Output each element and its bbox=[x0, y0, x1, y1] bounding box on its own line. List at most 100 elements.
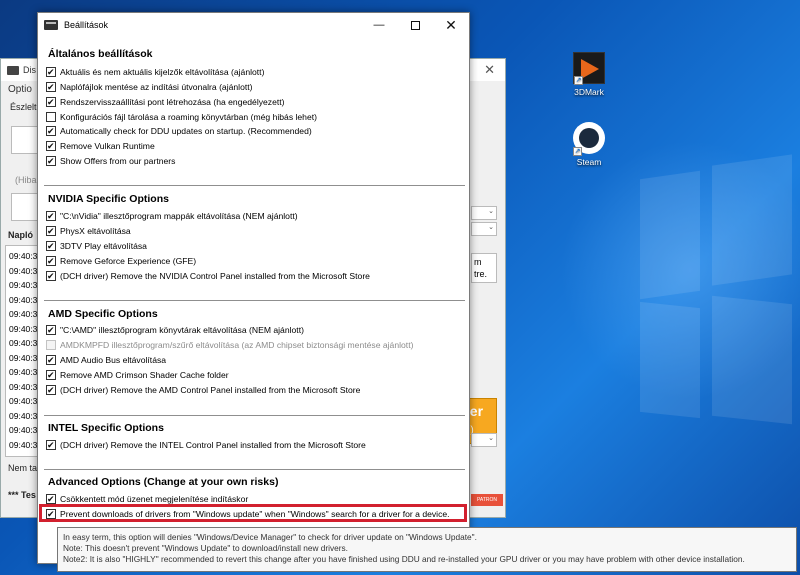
checkbox[interactable] bbox=[46, 225, 56, 237]
option-nvidia-folders[interactable]: "C:\nVidia" illesztőprogram mappák eltáv… bbox=[46, 209, 298, 222]
checkbox[interactable] bbox=[46, 324, 56, 336]
option-label: AMDKMPFD illesztőprogram/szűrő eltávolít… bbox=[60, 339, 414, 350]
dropdown[interactable]: ⌄ bbox=[471, 433, 497, 447]
section-title-nvidia: NVIDIA Specific Options bbox=[48, 193, 169, 205]
dropdown[interactable]: ⌄ bbox=[471, 222, 497, 236]
option-label: PhysX eltávolítása bbox=[60, 225, 131, 236]
dropdown[interactable]: ⌄ bbox=[471, 206, 497, 220]
app-icon bbox=[44, 20, 58, 30]
checkbox[interactable] bbox=[46, 66, 56, 78]
log-entry: 09:40:3 bbox=[9, 367, 38, 377]
checkbox[interactable] bbox=[46, 439, 56, 451]
desktop-icon-3dmark[interactable]: ↗ 3DMark bbox=[559, 52, 619, 97]
app-icon bbox=[7, 65, 19, 75]
option-remove-monitors[interactable]: Aktuális és nem aktuális kijelzők eltávo… bbox=[46, 65, 264, 78]
option-label: Naplófájlok mentése az indítási útvonalr… bbox=[60, 81, 253, 92]
checkbox[interactable] bbox=[46, 140, 56, 152]
close-icon[interactable]: ✕ bbox=[484, 62, 495, 78]
option-label: Automatically check for DDU updates on s… bbox=[60, 125, 312, 136]
desktop-icon-steam[interactable]: ↗ Steam bbox=[559, 122, 619, 167]
log-entry: 09:40:3 bbox=[9, 265, 38, 276]
option-check-updates[interactable]: Automatically check for DDU updates on s… bbox=[46, 124, 312, 137]
option-amd-control-panel[interactable]: (DCH driver) Remove the AMD Control Pane… bbox=[46, 383, 360, 396]
maximize-button[interactable] bbox=[397, 13, 433, 37]
minimize-button[interactable]: — bbox=[361, 13, 397, 37]
option-intel-control-panel[interactable]: (DCH driver) Remove the INTEL Control Pa… bbox=[46, 438, 366, 451]
log-entry: 09:40:3 bbox=[9, 410, 38, 421]
settings-window[interactable]: Beállítások — ✕ Általános beállítások Ak… bbox=[37, 12, 470, 564]
checkbox[interactable] bbox=[46, 210, 56, 222]
option-gfe[interactable]: Remove Geforce Experience (GFE) bbox=[46, 254, 196, 267]
log-entry: 09:40:3 bbox=[9, 294, 38, 305]
hint-label: (Hiba bbox=[15, 175, 37, 185]
status-text: Nem ta bbox=[8, 463, 38, 473]
checkbox[interactable] bbox=[46, 240, 56, 252]
option-restore-point[interactable]: Rendszervisszaállítási pont létrehozása … bbox=[46, 95, 285, 108]
option-amd-audio-bus[interactable]: AMD Audio Bus eltávolítása bbox=[46, 353, 166, 366]
section-divider bbox=[44, 300, 465, 301]
light-shaft bbox=[640, 170, 700, 300]
option-3dtv-play[interactable]: 3DTV Play eltávolítása bbox=[46, 239, 147, 252]
light-shaft bbox=[712, 295, 792, 425]
log-entry: 09:40:3 bbox=[9, 352, 38, 363]
close-button[interactable]: ✕ bbox=[433, 13, 469, 37]
options-menu[interactable]: Optio bbox=[8, 84, 32, 95]
log-list[interactable]: 09:40:3 09:40:3 09:40:3 09:40:3 09:40:3 … bbox=[5, 245, 41, 457]
side-button[interactable]: m tre. bbox=[471, 253, 497, 283]
settings-title: Beállítások bbox=[64, 20, 109, 30]
option-label: Konfigurációs fájl tárolása a roaming kö… bbox=[60, 111, 317, 122]
log-entry: 09:40:3 bbox=[9, 381, 38, 392]
option-label: (DCH driver) Remove the AMD Control Pane… bbox=[60, 384, 361, 395]
light-shaft bbox=[712, 154, 792, 286]
checkbox[interactable] bbox=[46, 255, 56, 267]
option-label: "C:\nVidia" illesztőprogram mappák eltáv… bbox=[60, 210, 298, 221]
checkbox[interactable] bbox=[46, 354, 56, 366]
checkbox[interactable] bbox=[46, 81, 56, 93]
shortcut-arrow-icon: ↗ bbox=[573, 147, 582, 156]
option-label: Csökkentett mód üzenet megjelenítése ind… bbox=[60, 493, 249, 504]
option-remove-vulkan[interactable]: Remove Vulkan Runtime bbox=[46, 139, 155, 152]
checkbox[interactable] bbox=[46, 96, 56, 108]
status-text: *** Tes bbox=[8, 490, 36, 500]
checkbox[interactable] bbox=[46, 111, 56, 122]
steam-icon: ↗ bbox=[573, 122, 605, 156]
log-header: Napló bbox=[8, 230, 34, 240]
option-nvidia-control-panel[interactable]: (DCH driver) Remove the NVIDIA Control P… bbox=[46, 269, 370, 282]
log-entry: 09:40:3 bbox=[9, 439, 38, 450]
checkbox[interactable] bbox=[46, 155, 56, 167]
settings-titlebar[interactable]: Beállítások — ✕ bbox=[38, 13, 469, 37]
detected-label: Észlelt bbox=[10, 102, 37, 112]
option-label: Rendszervisszaállítási pont létrehozása … bbox=[60, 96, 285, 107]
option-crimson-cache[interactable]: Remove AMD Crimson Shader Cache folder bbox=[46, 368, 229, 381]
patron-button[interactable]: PATRON bbox=[471, 494, 503, 506]
shortcut-arrow-icon: ↗ bbox=[574, 76, 583, 85]
option-amd-folders[interactable]: "C:\AMD" illesztőprogram könyvtárak eltá… bbox=[46, 323, 304, 336]
log-entries: 09:40:3 09:40:3 09:40:3 09:40:3 09:40:3 … bbox=[6, 246, 40, 452]
log-entry: 09:40:3 bbox=[9, 338, 38, 348]
option-label: Remove AMD Crimson Shader Cache folder bbox=[60, 369, 229, 380]
option-show-offers[interactable]: Show Offers from our partners bbox=[46, 154, 175, 167]
section-title-intel: INTEL Specific Options bbox=[48, 422, 164, 434]
tooltip-line: Note2: It is also "HIGHLY" recommended t… bbox=[63, 554, 745, 564]
checkbox[interactable] bbox=[46, 125, 56, 137]
option-label: Remove Geforce Experience (GFE) bbox=[60, 255, 197, 266]
log-entry: 09:40:3 bbox=[9, 425, 38, 435]
desktop-icon-label: Steam bbox=[576, 157, 602, 167]
option-label: AMD Audio Bus eltávolítása bbox=[60, 354, 167, 365]
log-entry: 09:40:3 bbox=[9, 280, 38, 290]
checkbox[interactable] bbox=[46, 270, 56, 282]
option-physx[interactable]: PhysX eltávolítása bbox=[46, 224, 131, 237]
option-label: (DCH driver) Remove the NVIDIA Control P… bbox=[60, 270, 370, 281]
option-label: (DCH driver) Remove the INTEL Control Pa… bbox=[60, 439, 366, 450]
log-entry: 09:40:3 bbox=[9, 309, 38, 319]
checkbox[interactable] bbox=[46, 369, 56, 381]
side-button-text: tre. bbox=[474, 269, 488, 279]
option-save-logs[interactable]: Naplófájlok mentése az indítási útvonalr… bbox=[46, 80, 253, 93]
option-roaming-config[interactable]: Konfigurációs fájl tárolása a roaming kö… bbox=[46, 110, 317, 123]
option-label: Aktuális és nem aktuális kijelzők eltávo… bbox=[60, 66, 265, 77]
checkbox[interactable] bbox=[46, 493, 56, 505]
checkbox[interactable] bbox=[46, 384, 56, 396]
section-divider bbox=[44, 415, 465, 416]
option-label: Remove Vulkan Runtime bbox=[60, 140, 155, 151]
log-entry: 09:40:3 bbox=[9, 251, 38, 261]
